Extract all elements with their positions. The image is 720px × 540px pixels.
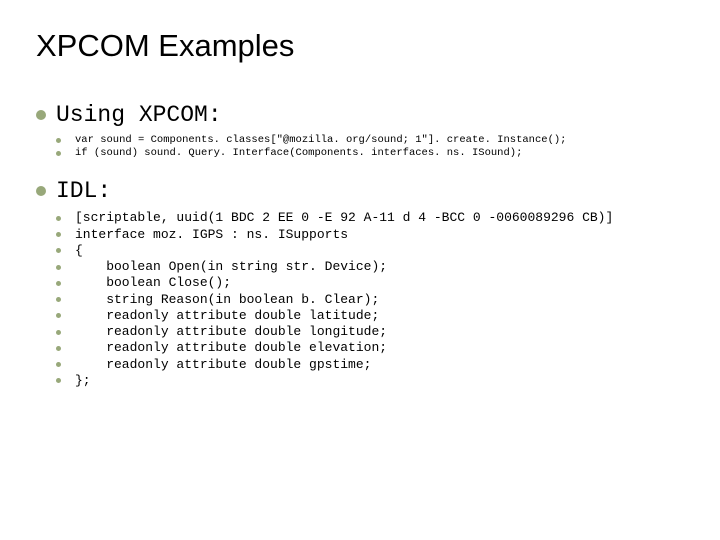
bullet-icon [56, 297, 61, 302]
code-text: readonly attribute double longitude; [75, 324, 387, 340]
bullet-icon [56, 232, 61, 237]
code-block-using: var sound = Components. classes["@mozill… [56, 134, 684, 160]
bullet-icon [56, 138, 61, 143]
bullet-icon [56, 216, 61, 221]
bullet-icon [36, 186, 46, 196]
bullet-icon [56, 346, 61, 351]
code-block-idl: [scriptable, uuid(1 BDC 2 EE 0 -E 92 A-1… [56, 210, 684, 389]
code-text: }; [75, 373, 91, 389]
code-line: if (sound) sound. Query. Interface(Compo… [56, 147, 684, 160]
bullet-icon [36, 110, 46, 120]
section-heading: IDL: [56, 178, 111, 204]
code-line: var sound = Components. classes["@mozill… [56, 134, 684, 147]
bullet-icon [56, 265, 61, 270]
code-text: boolean Close(); [75, 275, 231, 291]
bullet-icon [56, 313, 61, 318]
code-text: interface moz. IGPS : ns. ISupports [75, 227, 348, 243]
section-heading: Using XPCOM: [56, 102, 222, 128]
code-text: [scriptable, uuid(1 BDC 2 EE 0 -E 92 A-1… [75, 210, 613, 226]
code-line: boolean Close(); [56, 275, 684, 291]
bullet-icon [56, 362, 61, 367]
code-line: boolean Open(in string str. Device); [56, 259, 684, 275]
code-text: var sound = Components. classes["@mozill… [75, 134, 566, 147]
code-line: readonly attribute double gpstime; [56, 357, 684, 373]
section-heading-row: IDL: [36, 178, 684, 204]
code-text: readonly attribute double gpstime; [75, 357, 371, 373]
bullet-icon [56, 151, 61, 156]
code-line: readonly attribute double elevation; [56, 340, 684, 356]
section-heading-row: Using XPCOM: [36, 102, 684, 128]
bullet-icon [56, 330, 61, 335]
code-line: readonly attribute double longitude; [56, 324, 684, 340]
bullet-icon [56, 378, 61, 383]
code-text: readonly attribute double elevation; [75, 340, 387, 356]
code-line: [scriptable, uuid(1 BDC 2 EE 0 -E 92 A-1… [56, 210, 684, 226]
code-line: interface moz. IGPS : ns. ISupports [56, 227, 684, 243]
code-text: { [75, 243, 83, 259]
code-text: readonly attribute double latitude; [75, 308, 379, 324]
code-line: string Reason(in boolean b. Clear); [56, 292, 684, 308]
bullet-icon [56, 281, 61, 286]
code-text: string Reason(in boolean b. Clear); [75, 292, 379, 308]
slide-title: XPCOM Examples [36, 28, 684, 64]
code-line: { [56, 243, 684, 259]
code-text: boolean Open(in string str. Device); [75, 259, 387, 275]
code-line: }; [56, 373, 684, 389]
code-line: readonly attribute double latitude; [56, 308, 684, 324]
code-text: if (sound) sound. Query. Interface(Compo… [75, 147, 522, 160]
bullet-icon [56, 248, 61, 253]
